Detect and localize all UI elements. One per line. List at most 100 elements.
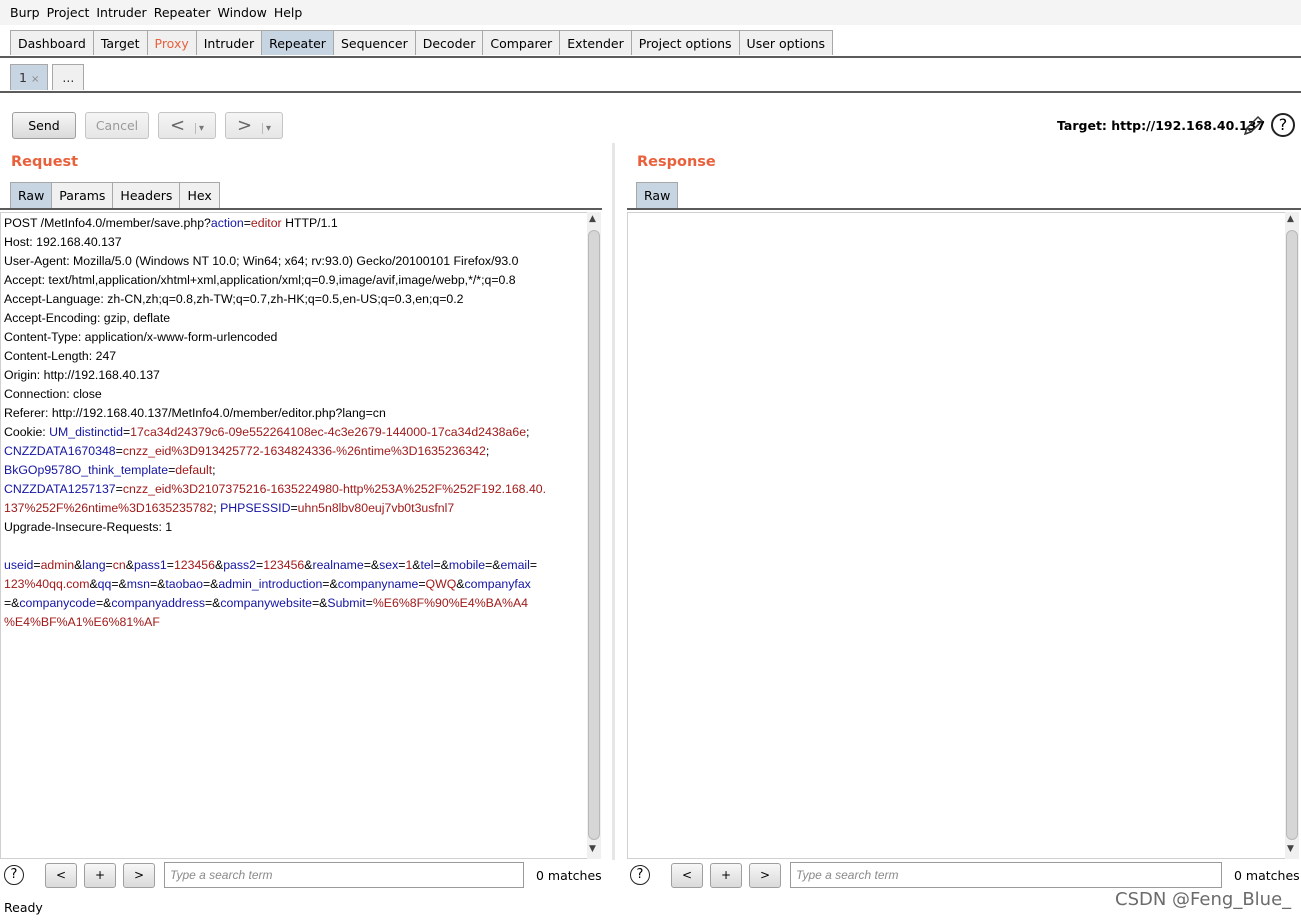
request-text: User-Agent: Mozilla/5.0 (Windows NT 10.0…: [4, 254, 519, 268]
menu-repeater[interactable]: Repeater: [154, 5, 211, 20]
response-search-input[interactable]: [790, 862, 1222, 888]
response-title: Response: [637, 154, 716, 170]
forward-button[interactable]: > ▾: [225, 112, 283, 139]
request-scrollbar[interactable]: ▲ ▼: [587, 212, 601, 859]
scroll-up-icon[interactable]: ▲: [1287, 214, 1294, 224]
request-line: POST /MetInfo4.0/member/save.php?action=…: [4, 214, 584, 233]
scroll-down-icon[interactable]: ▼: [1287, 844, 1294, 854]
request-text: =&: [149, 577, 166, 591]
tab-repeater[interactable]: Repeater: [261, 30, 334, 55]
back-arrow-icon: <: [169, 115, 186, 136]
param-name: action: [210, 216, 244, 230]
tab-request-headers[interactable]: Headers: [112, 182, 181, 208]
tab-proxy[interactable]: Proxy: [146, 30, 197, 55]
tab-bar-divider: [0, 56, 1301, 58]
request-line: Accept-Encoding: gzip, deflate: [4, 309, 584, 328]
request-search-add-button[interactable]: +: [84, 863, 116, 888]
tab-user-options[interactable]: User options: [738, 30, 834, 55]
tab-intruder[interactable]: Intruder: [195, 30, 263, 55]
request-line: Origin: http://192.168.40.137: [4, 366, 584, 385]
scroll-thumb[interactable]: [588, 230, 600, 840]
request-text: Origin: http://192.168.40.137: [4, 368, 160, 382]
request-line: CNZZDATA1670348=cnzz_eid%3D913425772-163…: [4, 442, 584, 461]
scroll-thumb[interactable]: [1286, 230, 1298, 840]
request-line: useid=admin&lang=cn&pass1=123456&pass2=1…: [4, 556, 584, 575]
request-text: ;: [212, 463, 216, 477]
subtab-divider: [0, 91, 1301, 93]
cancel-button[interactable]: Cancel: [85, 112, 149, 139]
request-line: Cookie: UM_distinctid=17ca34d24379c6-09e…: [4, 423, 584, 442]
request-search-input[interactable]: [164, 862, 524, 888]
request-help-icon[interactable]: ?: [4, 865, 24, 885]
request-line: CNZZDATA1257137=cnzz_eid%3D2107375216-16…: [4, 480, 584, 499]
response-editor[interactable]: [627, 212, 1287, 859]
repeater-tab-1[interactable]: 1 ×: [10, 64, 49, 90]
response-search-prev-button[interactable]: <: [671, 863, 703, 888]
request-text: Content-Length: 247: [4, 349, 117, 363]
param-value: %E4%BF%A1%E6%81%AF: [4, 615, 160, 629]
param-name: companyname: [337, 577, 419, 591]
new-tab-button[interactable]: ...: [52, 64, 85, 90]
close-icon[interactable]: ×: [31, 74, 39, 85]
request-title: Request: [11, 154, 79, 170]
menu-window[interactable]: Window: [218, 5, 267, 20]
request-line: %E4%BF%A1%E6%81%AF: [4, 613, 584, 632]
send-button[interactable]: Send: [12, 112, 76, 139]
request-tab-bar: Raw Params Headers Hex: [10, 182, 220, 208]
param-name: UM_distinctid: [49, 425, 123, 439]
repeater-tab-1-label: 1: [19, 70, 27, 85]
tab-comparer[interactable]: Comparer: [482, 30, 561, 55]
request-search-next-button[interactable]: >: [123, 863, 155, 888]
back-button[interactable]: < ▾: [158, 112, 216, 139]
menu-burp[interactable]: Burp: [10, 5, 40, 20]
tab-extender[interactable]: Extender: [559, 30, 632, 55]
tab-dashboard[interactable]: Dashboard: [10, 30, 94, 55]
request-editor[interactable]: POST /MetInfo4.0/member/save.php?action=…: [0, 212, 588, 859]
param-value: 17ca34d24379c6-09e552264108ec-4c3e2679-1…: [130, 425, 527, 439]
request-line: Upgrade-Insecure-Requests: 1: [4, 518, 584, 537]
request-text: Accept-Encoding: gzip, deflate: [4, 311, 171, 325]
pencil-icon[interactable]: [1241, 114, 1265, 138]
tab-project-options[interactable]: Project options: [630, 30, 740, 55]
request-text: Accept-Language: zh-CN,zh;q=0.8,zh-TW;q=…: [4, 292, 464, 306]
tab-target[interactable]: Target: [92, 30, 148, 55]
response-search-next-button[interactable]: >: [749, 863, 781, 888]
param-value: cnzz_eid%3D2107375216-1635224980-http%25…: [122, 482, 547, 496]
help-icon[interactable]: ?: [1271, 113, 1295, 137]
param-name: sex: [379, 558, 399, 572]
param-value: default: [175, 463, 213, 477]
param-name: companyfax: [464, 577, 531, 591]
request-text: =: [115, 482, 123, 496]
request-text: =: [166, 558, 174, 572]
split-pane-divider[interactable]: [612, 143, 615, 860]
menu-intruder[interactable]: Intruder: [96, 5, 146, 20]
scroll-up-icon[interactable]: ▲: [589, 214, 596, 224]
request-text: ;: [485, 444, 490, 458]
param-name: msn: [126, 577, 150, 591]
tab-response-raw[interactable]: Raw: [636, 182, 679, 208]
forward-arrow-icon: >: [236, 115, 253, 136]
request-text: [4, 539, 7, 553]
tab-request-raw[interactable]: Raw: [10, 182, 53, 208]
request-text: =: [243, 216, 251, 230]
tab-request-hex[interactable]: Hex: [179, 182, 220, 208]
param-name: tel: [420, 558, 434, 572]
param-value: cnzz_eid%3D913425772-1634824336-%26ntime…: [122, 444, 486, 458]
tab-request-params[interactable]: Params: [51, 182, 114, 208]
request-match-count: 0 matches: [536, 868, 602, 883]
response-help-icon[interactable]: ?: [630, 865, 650, 885]
tab-decoder[interactable]: Decoder: [414, 30, 484, 55]
request-text: =&: [311, 596, 328, 610]
request-text: ;: [526, 425, 530, 439]
request-text: &: [456, 577, 465, 591]
menu-help[interactable]: Help: [274, 5, 303, 20]
chevron-down-icon: ▾: [195, 123, 205, 134]
request-search-prev-button[interactable]: <: [45, 863, 77, 888]
scroll-down-icon[interactable]: ▼: [589, 844, 596, 854]
response-scrollbar[interactable]: ▲ ▼: [1285, 212, 1299, 859]
tab-sequencer[interactable]: Sequencer: [332, 30, 416, 55]
request-text: HTTP/1.1: [281, 216, 338, 230]
response-search-add-button[interactable]: +: [710, 863, 742, 888]
request-text: =&: [322, 577, 338, 591]
menu-project[interactable]: Project: [47, 5, 90, 20]
